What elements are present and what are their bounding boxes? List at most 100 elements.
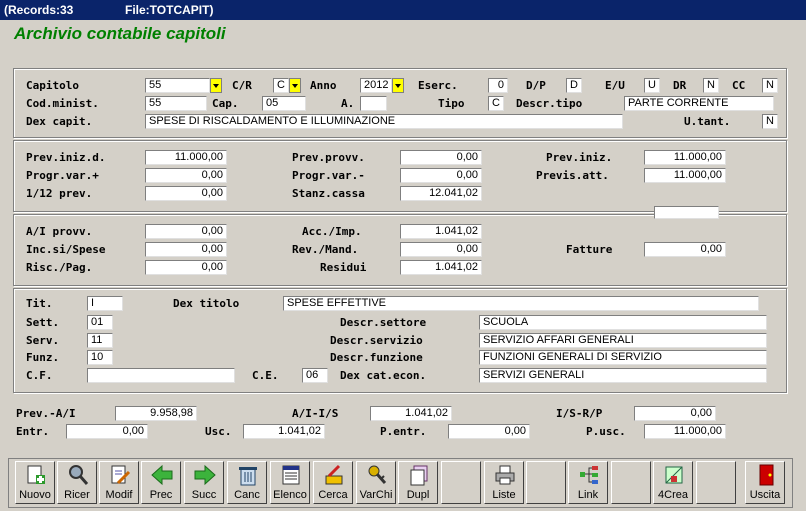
tit-label: Tit. [26,297,53,310]
progrvarm-field[interactable]: 0,00 [400,168,482,183]
dexcatecon-label: Dex cat.econ. [340,369,427,382]
ce-label: C.E. [252,369,279,382]
usc-field[interactable]: 1.041,02 [243,424,325,439]
dextitolo-field[interactable]: SPESE EFFETTIVE [283,296,759,311]
funz-field[interactable]: 10 [87,350,113,365]
empty-button-2[interactable] [526,461,566,504]
preva-field[interactable]: 9.958,98 [115,406,197,421]
descrsettore-label: Descr.settore [340,316,427,329]
cc-label: CC [732,79,746,92]
previsatt-field[interactable]: 11.000,00 [644,168,726,183]
eserc-field[interactable]: 0 [488,78,508,93]
isrp-field[interactable]: 0,00 [634,406,716,421]
cc-field[interactable]: N [762,78,778,93]
search-magnifier-icon [69,465,89,485]
sett-label: Sett. [26,316,60,329]
risc-field[interactable]: 0,00 [145,260,227,275]
crea-button[interactable]: 4Crea [653,461,693,504]
cap-field[interactable]: 05 [262,96,306,111]
dexcatecon-field[interactable]: SERVIZI GENERALI [479,368,767,383]
previniz-field[interactable]: 11.000,00 [644,150,726,165]
entr-field[interactable]: 0,00 [66,424,148,439]
codminist-label: Cod.minist. [26,97,99,110]
utant-label: U.tant. [684,115,731,128]
dp-label: D/P [526,79,546,92]
serv-field[interactable]: 11 [87,333,113,348]
empty-button-4[interactable] [696,461,736,504]
ais-field[interactable]: 1.041,02 [370,406,452,421]
prevprovv-field[interactable]: 0,00 [400,150,482,165]
sett-field[interactable]: 01 [87,315,113,330]
printer-icon [495,465,515,485]
isrp-label: I/S-R/P [556,407,603,420]
dr-field[interactable]: N [703,78,719,93]
nuovo-button[interactable]: Nuovo [15,461,55,504]
aiprovv-label: A/I provv. [26,225,93,238]
list-icon [282,465,300,485]
uscita-button[interactable]: Uscita [745,461,785,504]
empty-button-1[interactable] [441,461,481,504]
descrfunzione-field[interactable]: FUNZIONI GENERALI DI SERVIZIO [479,350,767,365]
previnizd-field[interactable]: 11.000,00 [145,150,227,165]
tipo-label: Tipo [438,97,465,110]
canc-button[interactable]: Canc [227,461,267,504]
anno-field[interactable]: 2012 [360,78,392,93]
duplicate-icon [410,465,428,486]
elenco-button[interactable]: Elenco [270,461,310,504]
title-bar: (Records:33 File:TOTCAPIT) [0,0,806,20]
cerca-button[interactable]: Cerca [313,461,353,504]
prec-button[interactable]: Prec [141,461,181,504]
succ-button[interactable]: Succ [184,461,224,504]
dupl-button[interactable]: Dupl [398,461,438,504]
incsi-field[interactable]: 0,00 [145,242,227,257]
varchi-button[interactable]: VarChi [356,461,396,504]
dodicesimo-field[interactable]: 0,00 [145,186,227,201]
extra-field[interactable] [654,206,719,219]
anno-dropdown-icon[interactable] [392,78,404,93]
liste-button[interactable]: Liste [484,461,524,504]
link-button[interactable]: Link [568,461,608,504]
aiprovv-field[interactable]: 0,00 [145,224,227,239]
revmand-field[interactable]: 0,00 [400,242,482,257]
previsatt-label: Previs.att. [536,169,609,182]
trash-icon [239,467,257,486]
residui-field[interactable]: 1.041,02 [400,260,482,275]
stanzcassa-field[interactable]: 12.041,02 [400,186,482,201]
empty-button-3[interactable] [611,461,651,504]
modif-button[interactable]: Modif [99,461,139,504]
accimp-field[interactable]: 1.041,02 [400,224,482,239]
pusc-field[interactable]: 11.000,00 [644,424,726,439]
cr-field[interactable]: C [273,78,289,93]
codminist-field[interactable]: 55 [145,96,207,111]
descrtipo-field[interactable]: PARTE CORRENTE [624,96,774,111]
cf-field[interactable] [87,368,235,383]
edit-document-icon [111,465,131,485]
dextitolo-label: Dex titolo [173,297,240,310]
dp-field[interactable]: D [566,78,582,93]
ricer-button[interactable]: Ricer [57,461,97,504]
eu-field[interactable]: U [644,78,660,93]
dexcapit-field[interactable]: SPESE DI RISCALDAMENTO E ILLUMINAZIONE [145,114,623,129]
entr-label: Entr. [16,425,50,438]
serv-label: Serv. [26,334,60,347]
tipo-field[interactable]: C [488,96,504,111]
descrservizio-field[interactable]: SERVIZIO AFFARI GENERALI [479,333,767,348]
utant-field[interactable]: N [762,114,778,129]
cr-dropdown-icon[interactable] [289,78,301,93]
capitolo-field[interactable]: 55 [145,78,210,93]
incsi-label: Inc.si/Spese [26,243,106,256]
tit-field[interactable]: I [87,296,123,311]
previnizd-label: Prev.iniz.d. [26,151,106,164]
cr-label: C/R [232,79,252,92]
pentr-field[interactable]: 0,00 [448,424,530,439]
new-document-icon [27,465,45,484]
fatture-field[interactable]: 0,00 [644,242,726,257]
exit-door-icon [759,464,774,486]
a-field[interactable] [360,96,387,111]
capitolo-dropdown-icon[interactable] [210,78,222,93]
eu-label: E/U [605,79,625,92]
descrsettore-field[interactable]: SCUOLA [479,315,767,330]
progrvarp-field[interactable]: 0,00 [145,168,227,183]
descrtipo-label: Descr.tipo [516,97,583,110]
ce-field[interactable]: 06 [302,368,328,383]
